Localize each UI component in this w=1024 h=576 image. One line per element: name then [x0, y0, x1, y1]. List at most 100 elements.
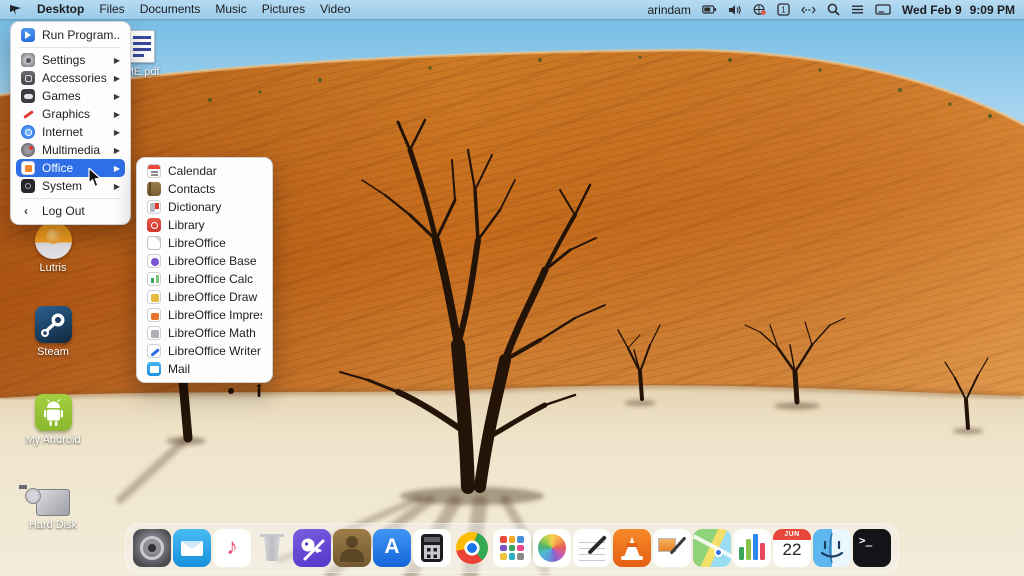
- dock-calendar-icon[interactable]: JUN 22: [773, 529, 811, 567]
- menubar-status-area: arindam 1 Wed Feb 9 9:09 PM: [647, 3, 1015, 17]
- calculator-icon[interactable]: [413, 529, 451, 567]
- submenu-item-calendar[interactable]: Calendar: [142, 162, 267, 180]
- menubar-menu-video[interactable]: Video: [320, 0, 350, 19]
- libreoffice-icon: [147, 236, 161, 250]
- menubar-menu-desktop[interactable]: Desktop: [37, 0, 84, 19]
- submenu-item-libreoffice[interactable]: LibreOffice: [142, 234, 267, 252]
- launchpad-icon[interactable]: [493, 529, 531, 567]
- volume-icon[interactable]: [728, 4, 742, 16]
- logout-icon: ‹: [21, 204, 35, 218]
- pdf-document-icon: [129, 30, 155, 63]
- submenu-arrow-icon: ▶: [114, 74, 120, 83]
- icon-label: Steam: [37, 346, 69, 358]
- submenu-arrow-icon: ▶: [114, 164, 120, 173]
- menu-separator: [20, 47, 121, 48]
- vlc-icon[interactable]: [613, 529, 651, 567]
- libreoffice-draw-icon: [147, 290, 161, 304]
- dock: ♪ A JUN 22: [125, 523, 899, 573]
- hello-logo-icon[interactable]: [9, 3, 22, 16]
- menubar-menu-music[interactable]: Music: [215, 0, 246, 19]
- charts-icon[interactable]: [733, 529, 771, 567]
- menu-item-office[interactable]: Office ▶: [16, 159, 125, 177]
- desktop-icon-steam[interactable]: Steam: [17, 306, 89, 358]
- desktop: { "colors": { "accent": "#2e6ee6", "menu…: [0, 0, 1024, 576]
- menubar-menu-files[interactable]: Files: [99, 0, 124, 19]
- menu-item-log-out[interactable]: ‹ Log Out: [16, 202, 125, 220]
- app-store-icon[interactable]: A: [373, 529, 411, 567]
- desktop-icon-my-android[interactable]: My Android: [17, 394, 89, 446]
- menu-lines-icon[interactable]: [851, 4, 864, 15]
- submenu-arrow-icon: ▶: [114, 182, 120, 191]
- mail-app-icon: [147, 362, 161, 376]
- photos-icon[interactable]: [533, 529, 571, 567]
- search-icon[interactable]: [827, 3, 840, 16]
- menu-item-settings[interactable]: Settings ▶: [16, 51, 125, 69]
- submenu-arrow-icon: ▶: [114, 110, 120, 119]
- menubar: Desktop Files Documents Music Pictures V…: [0, 0, 1024, 19]
- office-icon: [21, 161, 35, 175]
- submenu-arrow-icon: ▶: [114, 146, 120, 155]
- icon-label: My Android: [25, 434, 80, 446]
- office-submenu: Calendar Contacts Dictionary Library Lib…: [136, 157, 273, 383]
- chrome-icon[interactable]: [453, 529, 491, 567]
- preview-icon[interactable]: [653, 529, 691, 567]
- submenu-arrow-icon: ▶: [114, 56, 120, 65]
- submenu-item-library[interactable]: Library: [142, 216, 267, 234]
- menu-item-multimedia[interactable]: Multimedia ▶: [16, 141, 125, 159]
- calendar-app-icon: [147, 164, 161, 178]
- gimp-icon[interactable]: [293, 529, 331, 567]
- mouse-cursor: [88, 168, 104, 188]
- submenu-item-libreoffice-base[interactable]: LibreOffice Base: [142, 252, 267, 270]
- menu-item-system[interactable]: System ▶: [16, 177, 125, 195]
- menu-separator: [20, 198, 121, 199]
- notes-icon[interactable]: [573, 529, 611, 567]
- menu-item-games[interactable]: Games ▶: [16, 87, 125, 105]
- music-icon[interactable]: ♪: [213, 529, 251, 567]
- internet-icon: [21, 125, 35, 139]
- submenu-item-libreoffice-math[interactable]: LibreOffice Math: [142, 324, 267, 342]
- display-icon[interactable]: [875, 4, 891, 16]
- finder-icon[interactable]: [813, 529, 851, 567]
- workspace-icon[interactable]: 1: [777, 3, 790, 16]
- libreoffice-base-icon: [147, 254, 161, 268]
- battery-icon[interactable]: [702, 4, 717, 15]
- calendar-month: JUN: [773, 529, 811, 540]
- menu-item-internet[interactable]: Internet ▶: [16, 123, 125, 141]
- swap-arrows-icon[interactable]: [801, 5, 816, 15]
- gimp-mascot: [293, 529, 331, 567]
- libreoffice-writer-icon: [147, 344, 161, 358]
- desktop-icon-lutris[interactable]: Lutris: [17, 222, 89, 274]
- desktop-icon-hard-disk[interactable]: Hard Disk: [17, 483, 89, 531]
- terminal-icon[interactable]: >_: [853, 529, 891, 567]
- menu-item-run-program[interactable]: Run Program...: [16, 26, 125, 44]
- maps-icon[interactable]: [693, 529, 731, 567]
- lutris-icon: [35, 222, 72, 259]
- submenu-item-dictionary[interactable]: Dictionary: [142, 198, 267, 216]
- system-preferences-icon[interactable]: [133, 529, 171, 567]
- contacts-icon[interactable]: [333, 529, 371, 567]
- menubar-menu-pictures[interactable]: Pictures: [262, 0, 305, 19]
- menu-item-graphics[interactable]: Graphics ▶: [16, 105, 125, 123]
- trash-icon[interactable]: [253, 529, 291, 567]
- mail-icon[interactable]: [173, 529, 211, 567]
- desktop-menu: Run Program... Settings ▶ Accessories ▶ …: [10, 21, 131, 225]
- submenu-item-libreoffice-draw[interactable]: LibreOffice Draw: [142, 288, 267, 306]
- submenu-item-libreoffice-writer[interactable]: LibreOffice Writer: [142, 342, 267, 360]
- icon-label: Hard Disk: [29, 519, 77, 531]
- icon-label: Lutris: [40, 262, 67, 274]
- globe-icon[interactable]: [753, 3, 766, 16]
- clock-date: Wed Feb 9: [902, 3, 962, 17]
- submenu-item-libreoffice-impress[interactable]: LibreOffice Impress: [142, 306, 267, 324]
- submenu-arrow-icon: ▶: [114, 128, 120, 137]
- submenu-item-contacts[interactable]: Contacts: [142, 180, 267, 198]
- android-icon: [35, 394, 72, 431]
- libreoffice-impress-icon: [147, 308, 161, 322]
- menu-item-accessories[interactable]: Accessories ▶: [16, 69, 125, 87]
- hard-disk-icon: [36, 489, 70, 516]
- menubar-clock: Wed Feb 9 9:09 PM: [902, 3, 1015, 17]
- menubar-menu-documents[interactable]: Documents: [140, 0, 201, 19]
- submenu-item-libreoffice-calc[interactable]: LibreOffice Calc: [142, 270, 267, 288]
- username-label: arindam: [647, 3, 690, 17]
- submenu-item-mail[interactable]: Mail: [142, 360, 267, 378]
- libreoffice-calc-icon: [147, 272, 161, 286]
